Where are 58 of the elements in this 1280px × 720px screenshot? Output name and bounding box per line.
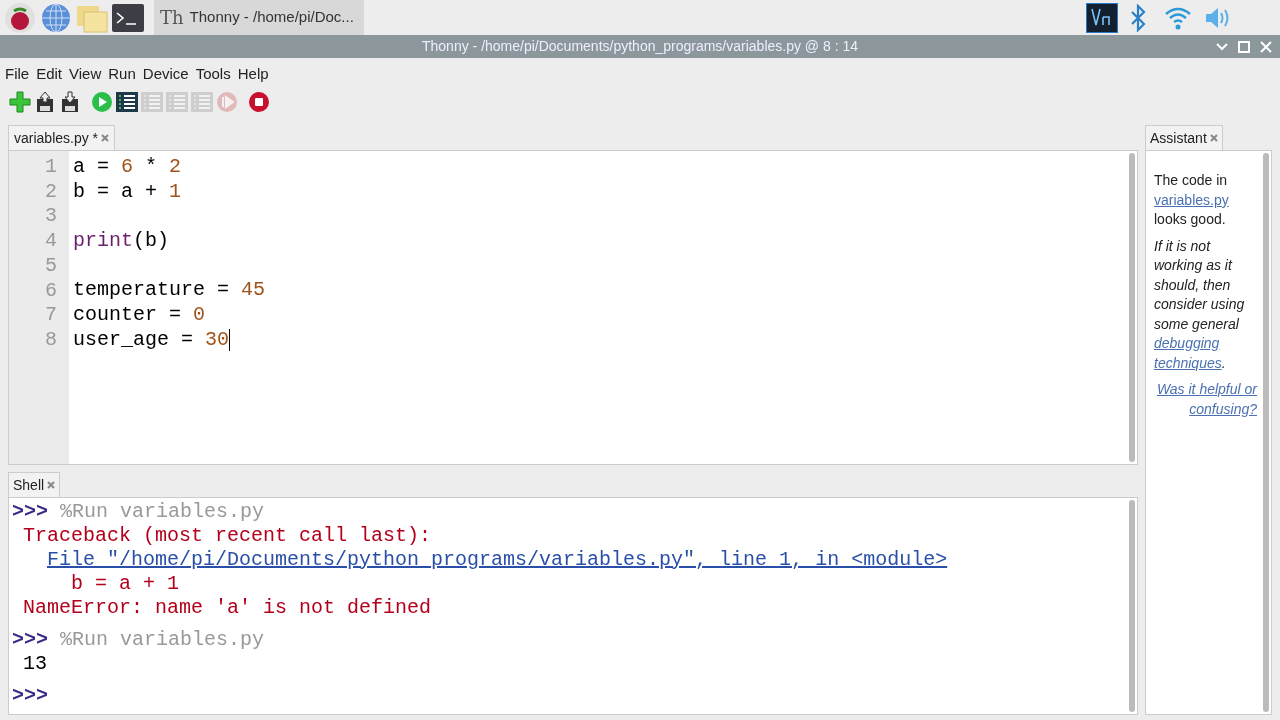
maximize-icon[interactable] (1238, 40, 1250, 53)
code-line: temperature = 45 (73, 278, 266, 302)
code-line: a = 6 * 2 (73, 155, 182, 178)
line-number: 6 (44, 278, 57, 304)
assistant-text: If it is not working as it should, then consider using some general debugging techniques. (1154, 236, 1246, 373)
scrollbar[interactable] (1129, 153, 1135, 462)
code-line: print(b) (73, 229, 170, 253)
app-logo: Th (160, 6, 184, 29)
line-number: 8 (44, 327, 57, 353)
bluetooth-icon[interactable] (1128, 3, 1148, 32)
error-text: Traceback (most recent call last): (23, 524, 432, 547)
code-line: counter = 0 (73, 303, 206, 327)
line-number: 4 (44, 229, 57, 254)
shell-prompt: >>> (12, 500, 48, 524)
error-text: NameError: name 'a' is not defined (23, 596, 432, 619)
link[interactable]: variables.py (1154, 190, 1229, 210)
line-number: 7 (44, 303, 57, 328)
code-editor[interactable]: 1 2 3 4 5 6 7 8 a = 6 * 2 b = a + 1 print(b) temperature = 45 counter = 0 user_age = 30 (8, 150, 1138, 465)
remote-desktop-icon[interactable] (1086, 2, 1118, 33)
window-title: Thonny - /home/pi/Documents/python_programs/variables.py @ 8 : 14 (422, 37, 858, 56)
scrollbar[interactable] (1129, 500, 1135, 712)
line-number: 5 (44, 253, 57, 279)
taskbar-window-button[interactable]: Th Thonny - /home/pi/Doc... (154, 0, 364, 35)
menu-item[interactable]: Run (108, 63, 136, 86)
shell-prompt: >>> (12, 684, 48, 708)
editor-tab[interactable]: variables.py * (8, 125, 116, 150)
line-number: 2 (44, 179, 57, 205)
code-line: b = a + 1 (73, 179, 182, 203)
close-icon[interactable] (1260, 40, 1272, 53)
assistant-tab[interactable]: Assistant (1145, 125, 1223, 150)
shell-output: 13 (23, 652, 47, 675)
menu-item[interactable]: File (5, 63, 30, 86)
terminal-icon[interactable] (112, 3, 144, 32)
menu-item[interactable]: Edit (36, 63, 63, 86)
assistant-text: The code in variables.py looks good. (1154, 171, 1230, 229)
shell-command: %Run variables.py (60, 500, 265, 524)
traceback-link[interactable]: File "/home/pi/Documents/python_programs/variables.py", line 1, in <module> (47, 548, 948, 571)
tab-close-icon[interactable] (1209, 134, 1218, 142)
scrollbar[interactable] (1263, 153, 1269, 712)
shell-panel[interactable] (8, 497, 1138, 715)
tab-close-icon[interactable] (47, 481, 56, 489)
menu-item[interactable]: Help (237, 63, 269, 86)
shell-tab[interactable]: Shell (8, 472, 61, 497)
error-text: b = a + 1 (71, 572, 180, 595)
line-number: 1 (44, 155, 57, 180)
menu-item[interactable]: View (69, 63, 102, 86)
chevron-down-icon[interactable] (1216, 40, 1228, 53)
code-line: user_age = 30 (73, 327, 231, 351)
link[interactable]: debugging techniques (1154, 334, 1222, 373)
globe-icon[interactable] (40, 1, 72, 34)
shell-prompt: >>> (12, 628, 48, 652)
raspberry-icon[interactable] (4, 1, 36, 34)
shell-command: %Run variables.py (60, 628, 265, 652)
line-number: 3 (44, 204, 57, 230)
menu-item[interactable]: Tools (195, 63, 231, 86)
menu-item[interactable]: Device (142, 63, 189, 86)
feedback-link[interactable]: Was it helpful or confusing? (1154, 380, 1257, 419)
tab-close-icon[interactable] (101, 134, 110, 142)
